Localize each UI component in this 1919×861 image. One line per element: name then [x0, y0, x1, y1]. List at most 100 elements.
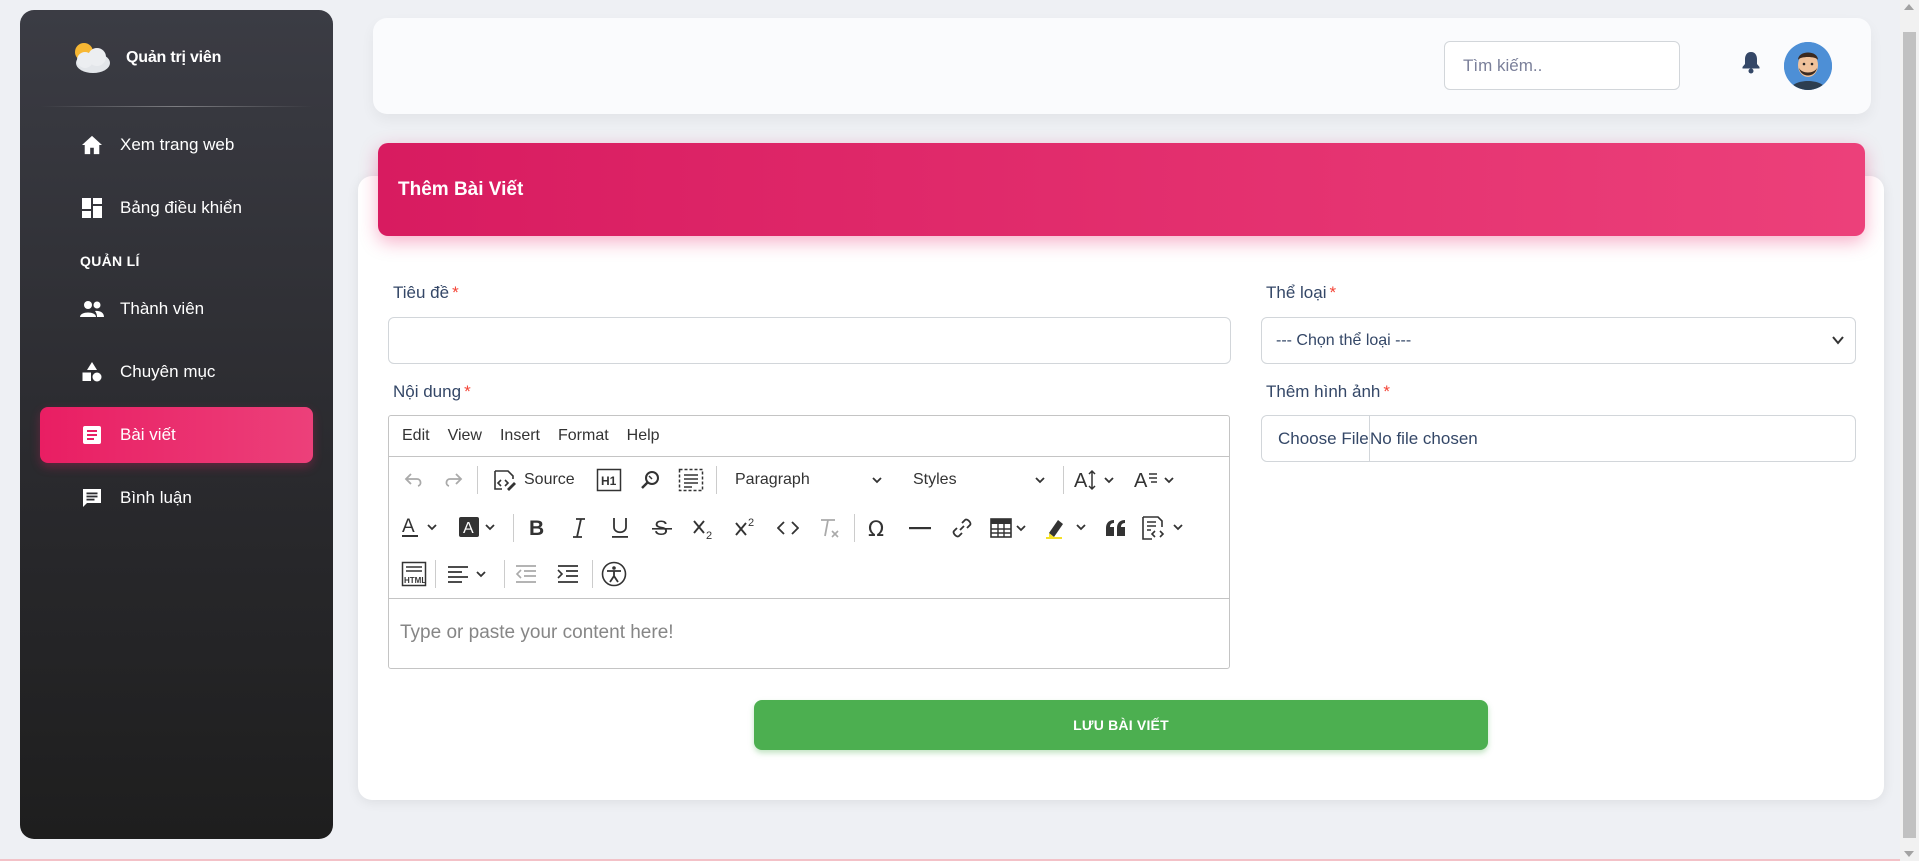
underline-icon[interactable]: [605, 513, 635, 543]
horizontal-line-icon[interactable]: [905, 513, 935, 543]
required-mark: *: [464, 382, 471, 401]
page-scrollbar[interactable]: [1900, 0, 1919, 861]
font-family-icon[interactable]: A: [1132, 465, 1182, 495]
sidebar-nav: Xem trang web Bảng điều khiển QUẢN LÍ Th…: [20, 107, 333, 526]
save-post-button[interactable]: LƯU BÀI VIẾT: [754, 700, 1488, 750]
category-label-text: Thể loại: [1266, 283, 1327, 302]
font-color-icon[interactable]: A: [400, 513, 446, 543]
svg-text:2: 2: [748, 517, 754, 529]
weather-logo-icon: [66, 38, 114, 78]
scroll-down-arrow-icon[interactable]: [1904, 851, 1914, 857]
category-field-label: Thể loại *: [1266, 283, 1336, 303]
remove-format-icon[interactable]: [815, 513, 845, 543]
menu-insert[interactable]: Insert: [500, 427, 540, 445]
accessibility-icon[interactable]: [599, 559, 629, 589]
highlight-icon[interactable]: [1044, 513, 1094, 543]
indent-icon[interactable]: [553, 559, 583, 589]
redo-icon[interactable]: [439, 465, 467, 495]
category-icon: [80, 360, 104, 384]
paragraph-dropdown[interactable]: Paragraph: [729, 465, 889, 495]
sidebar-section-heading: QUẢN LÍ: [80, 253, 140, 269]
editor-toolbar: Source H1 Paragraph Styles A A A A B S 2…: [389, 457, 1229, 599]
svg-text:A: A: [1134, 470, 1148, 491]
image-field-label: Thêm hình ảnh *: [1266, 382, 1390, 402]
svg-text:A: A: [463, 520, 474, 537]
subscript-icon[interactable]: 2: [689, 513, 719, 543]
top-navbar: [373, 18, 1871, 114]
category-select-value: --- Chọn thể loại ---: [1276, 331, 1412, 349]
article-icon: [80, 423, 104, 447]
svg-text:B: B: [529, 517, 544, 539]
toolbar-separator: [504, 560, 505, 588]
svg-text:Ω: Ω: [868, 517, 884, 539]
styles-dropdown[interactable]: Styles: [907, 465, 1052, 495]
code-icon[interactable]: [773, 513, 803, 543]
bell-icon[interactable]: [1740, 50, 1766, 76]
special-character-icon[interactable]: Ω: [863, 513, 893, 543]
title-input[interactable]: [388, 317, 1231, 364]
svg-text:A: A: [1074, 470, 1088, 491]
sidebar-item-dashboard[interactable]: Bảng điều khiển: [40, 180, 313, 236]
font-size-icon[interactable]: A: [1072, 465, 1122, 495]
home-icon: [80, 133, 104, 157]
scroll-up-arrow-icon[interactable]: [1904, 4, 1914, 10]
scrollbar-thumb[interactable]: [1903, 32, 1916, 838]
editor-menubar: Edit View Insert Format Help: [389, 416, 1229, 457]
required-mark: *: [1383, 382, 1390, 401]
sidebar-item-categories[interactable]: Chuyên mục: [40, 344, 313, 400]
avatar[interactable]: [1784, 42, 1832, 90]
title-label-text: Tiêu đề: [393, 283, 450, 302]
source-label: Source: [524, 471, 575, 488]
sidebar-item-label: Bình luận: [120, 488, 192, 507]
source-button[interactable]: Source: [492, 465, 576, 495]
find-replace-icon[interactable]: [637, 465, 665, 495]
sidebar-item-view-site[interactable]: Xem trang web: [40, 117, 313, 173]
svg-text:HTML: HTML: [404, 576, 426, 585]
italic-icon[interactable]: [564, 513, 594, 543]
strikethrough-icon[interactable]: S: [647, 513, 677, 543]
sidebar-item-posts[interactable]: Bài viết: [40, 407, 313, 463]
editor-content-area[interactable]: Type or paste your content here!: [389, 599, 1229, 667]
image-file-input[interactable]: Choose File No file chosen: [1261, 415, 1856, 462]
undo-icon[interactable]: [400, 465, 428, 495]
sidebar-item-label: Chuyên mục: [120, 362, 216, 381]
brand[interactable]: Quản trị viên: [20, 10, 333, 106]
choose-file-button[interactable]: Choose File: [1262, 416, 1370, 461]
background-color-icon[interactable]: A: [458, 513, 504, 543]
menu-edit[interactable]: Edit: [402, 427, 430, 445]
svg-text:2: 2: [706, 530, 712, 540]
outdent-icon[interactable]: [511, 559, 541, 589]
required-mark: *: [452, 283, 459, 302]
superscript-icon[interactable]: 2: [731, 513, 761, 543]
chevron-down-icon: [1831, 333, 1845, 352]
insert-template-icon[interactable]: [1139, 513, 1189, 543]
bold-icon[interactable]: B: [522, 513, 552, 543]
toolbar-separator: [716, 466, 717, 494]
menu-format[interactable]: Format: [558, 427, 609, 445]
brand-name: Quản trị viên: [126, 49, 222, 66]
toolbar-separator: [477, 466, 478, 494]
blockquote-icon[interactable]: [1101, 513, 1131, 543]
title-field-label: Tiêu đề *: [393, 283, 459, 303]
heading-h1-icon[interactable]: H1: [595, 465, 623, 495]
sidebar-item-comments[interactable]: Bình luận: [40, 470, 313, 526]
link-icon[interactable]: [947, 513, 977, 543]
chevron-down-icon: [872, 477, 882, 484]
image-label-text: Thêm hình ảnh: [1266, 382, 1381, 401]
dashboard-icon: [80, 196, 104, 220]
search-input[interactable]: [1444, 41, 1680, 90]
align-icon[interactable]: [444, 559, 494, 589]
toolbar-separator: [592, 560, 593, 588]
required-mark: *: [1329, 283, 1337, 302]
table-icon[interactable]: [989, 513, 1035, 543]
source-icon: [494, 470, 516, 491]
svg-text:A: A: [402, 516, 415, 537]
select-all-icon[interactable]: [677, 465, 705, 495]
html-embed-icon[interactable]: HTML: [400, 559, 428, 589]
sidebar-item-members[interactable]: Thành viên: [40, 281, 313, 337]
sidebar-item-label: Bảng điều khiển: [120, 198, 242, 217]
menu-view[interactable]: View: [448, 427, 482, 445]
sidebar-item-label: Xem trang web: [120, 135, 235, 154]
menu-help[interactable]: Help: [627, 427, 660, 445]
category-select[interactable]: --- Chọn thể loại ---: [1261, 317, 1856, 364]
